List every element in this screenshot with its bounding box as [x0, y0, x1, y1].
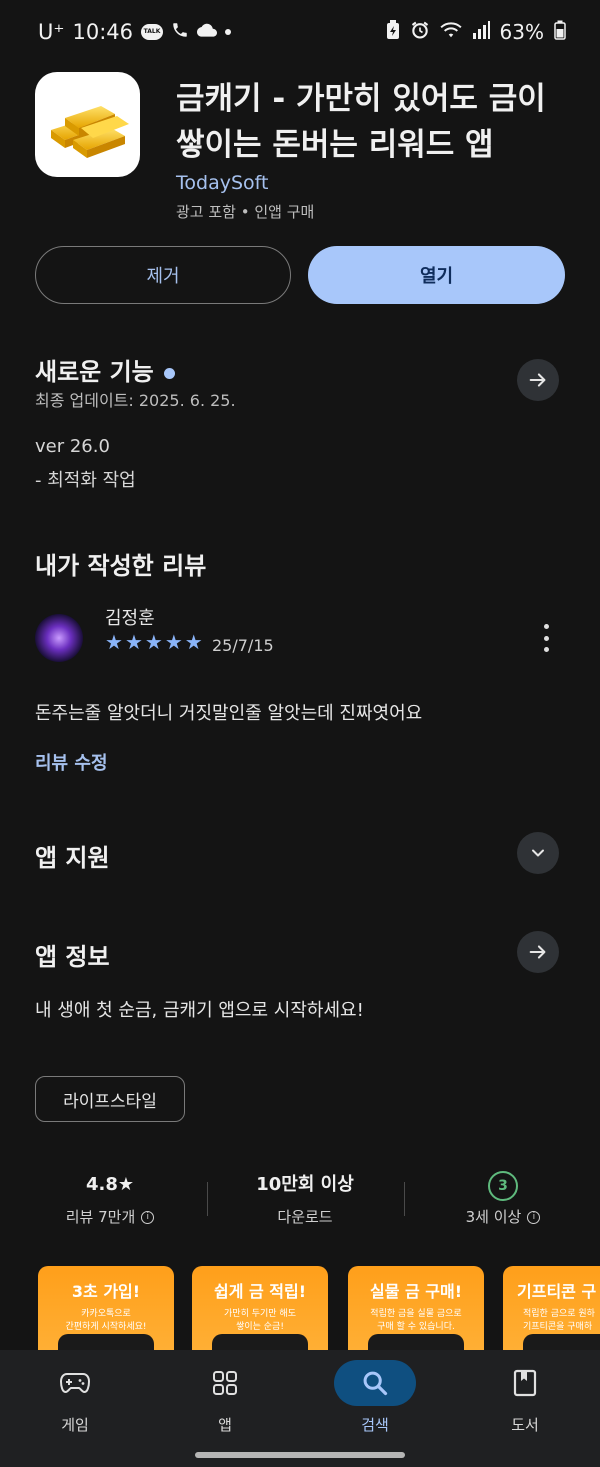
- arrow-right-icon: [529, 945, 546, 959]
- nav-item-games[interactable]: 게임: [25, 1360, 125, 1435]
- screenshot-card[interactable]: 3초 가입! 카카오톡으로 간편하게 시작하세요!: [38, 1266, 174, 1356]
- review-more-options-icon[interactable]: [540, 624, 552, 652]
- wifi-icon: [439, 21, 462, 43]
- nav-label-apps: 앱: [218, 1416, 232, 1434]
- app-title: 금캐기 - 가만히 있어도 금이 쌓이는 돈버는 리워드 앱: [176, 81, 546, 163]
- star-icon: ★: [124, 630, 143, 654]
- star-icon: ★: [144, 630, 163, 654]
- chevron-down-icon: [532, 849, 544, 857]
- screenshot-card[interactable]: 실물 금 구매! 적립한 금을 실물 금으로 구매 할 수 있습니다.: [348, 1266, 484, 1356]
- review-date: 25/7/15: [212, 636, 274, 655]
- nav-item-search[interactable]: 검색: [325, 1360, 425, 1435]
- arrow-right-icon: [529, 373, 546, 387]
- version-text: ver 26.0: [35, 436, 110, 457]
- alarm-icon: [410, 20, 430, 44]
- rating-count-label: 리뷰 7만개 i: [10, 1206, 210, 1227]
- apps-grid-icon: [213, 1371, 237, 1395]
- book-icon: [513, 1369, 537, 1397]
- info-icon[interactable]: i: [527, 1211, 541, 1224]
- nav-item-apps[interactable]: 앱: [175, 1360, 275, 1435]
- screenshot-card[interactable]: 기프티콘 구 적립한 금으로 원하 기프티콘을 구매하: [503, 1266, 600, 1356]
- app-support-expand-button[interactable]: [517, 832, 559, 874]
- open-button[interactable]: 열기: [308, 246, 565, 304]
- developer-link[interactable]: TodaySoft: [176, 172, 268, 194]
- star-icon: ★: [164, 630, 183, 654]
- gamepad-icon: [60, 1373, 90, 1394]
- review-text: 돈주는줄 알앗더니 거짓말인줄 알앗는데 진짜엿어요: [35, 703, 423, 724]
- nav-label-search: 검색: [361, 1416, 389, 1434]
- gesture-home-bar[interactable]: [195, 1452, 405, 1458]
- edit-review-link[interactable]: 리뷰 수정: [35, 749, 108, 775]
- nav-item-books[interactable]: 도서: [475, 1360, 575, 1435]
- age-rating-label: 3세 이상 i: [403, 1206, 600, 1227]
- clock: 10:46: [72, 20, 133, 44]
- nav-label-books: 도서: [511, 1416, 539, 1434]
- info-icon[interactable]: i: [141, 1211, 155, 1224]
- review-star-rating: ★ ★ ★ ★ ★: [105, 630, 203, 654]
- app-description: 내 생애 첫 순금, 금캐기 앱으로 시작하세요!: [35, 1000, 364, 1021]
- app-support-title: 앱 지원: [35, 844, 110, 872]
- carrier-label: U⁺: [38, 20, 65, 44]
- last-updated-text: 최종 업데이트: 2025. 6. 25.: [35, 391, 236, 410]
- star-icon: ★: [105, 630, 123, 654]
- downloads-stat: 10만회 이상 다운로드: [205, 1170, 405, 1227]
- app-info-title: 앱 정보: [35, 943, 110, 971]
- age-rating-badge: 3: [488, 1171, 518, 1201]
- avatar: [35, 614, 83, 662]
- nav-label-games: 게임: [61, 1416, 89, 1434]
- whats-new-title: 새로운 기능: [35, 358, 154, 386]
- age-rating-stat: 3 3세 이상 i: [403, 1170, 600, 1227]
- review-author: 김정훈: [105, 608, 155, 629]
- screenshot-carousel[interactable]: 3초 가입! 카카오톡으로 간편하게 시작하세요! 쉽게 금 적립! 가만히 두…: [38, 1266, 600, 1356]
- rating-stat: 4.8★ 리뷰 7만개 i: [10, 1170, 210, 1227]
- bottom-navigation-bar: 게임 앱 검색 도서: [0, 1350, 600, 1467]
- battery-saver-icon: [386, 20, 400, 44]
- app-meta-info: 광고 포함 • 인앱 구매: [176, 203, 315, 221]
- downloads-label: 다운로드: [277, 1208, 333, 1226]
- whats-new-heading: 새로운 기능: [35, 352, 175, 387]
- app-icon-gold-bars: [35, 72, 140, 177]
- app-info-arrow-button[interactable]: [517, 931, 559, 973]
- whats-new-arrow-button[interactable]: [517, 359, 559, 401]
- search-icon: [363, 1371, 388, 1396]
- screenshot-card[interactable]: 쉽게 금 적립! 가만히 두기만 해도 쌓이는 순금!: [192, 1266, 328, 1356]
- status-bar: U⁺ 10:46 TALK 63%: [0, 0, 600, 64]
- category-chip[interactable]: 라이프스타일: [35, 1076, 185, 1122]
- kakaotalk-notification-icon: TALK: [141, 24, 163, 40]
- cloud-icon: [197, 23, 217, 41]
- rating-value: 4.8★: [85, 1174, 135, 1195]
- uninstall-button[interactable]: 제거: [35, 246, 291, 304]
- downloads-value: 10만회 이상: [256, 1174, 354, 1195]
- star-icon: ★: [184, 630, 203, 654]
- new-indicator-dot-icon: [163, 367, 175, 379]
- battery-percent: 63%: [499, 20, 544, 44]
- phone-call-icon: [171, 21, 189, 43]
- status-bar-left: U⁺ 10:46 TALK: [38, 20, 231, 44]
- more-notifications-dot-icon: [225, 29, 231, 35]
- battery-icon: [554, 20, 566, 44]
- nav-active-indicator: [334, 1360, 416, 1406]
- my-review-title: 내가 작성한 리뷰: [35, 552, 207, 580]
- signal-icon: [472, 21, 490, 43]
- release-notes-text: - 최적화 작업: [35, 470, 136, 491]
- status-bar-right: 63%: [386, 20, 566, 44]
